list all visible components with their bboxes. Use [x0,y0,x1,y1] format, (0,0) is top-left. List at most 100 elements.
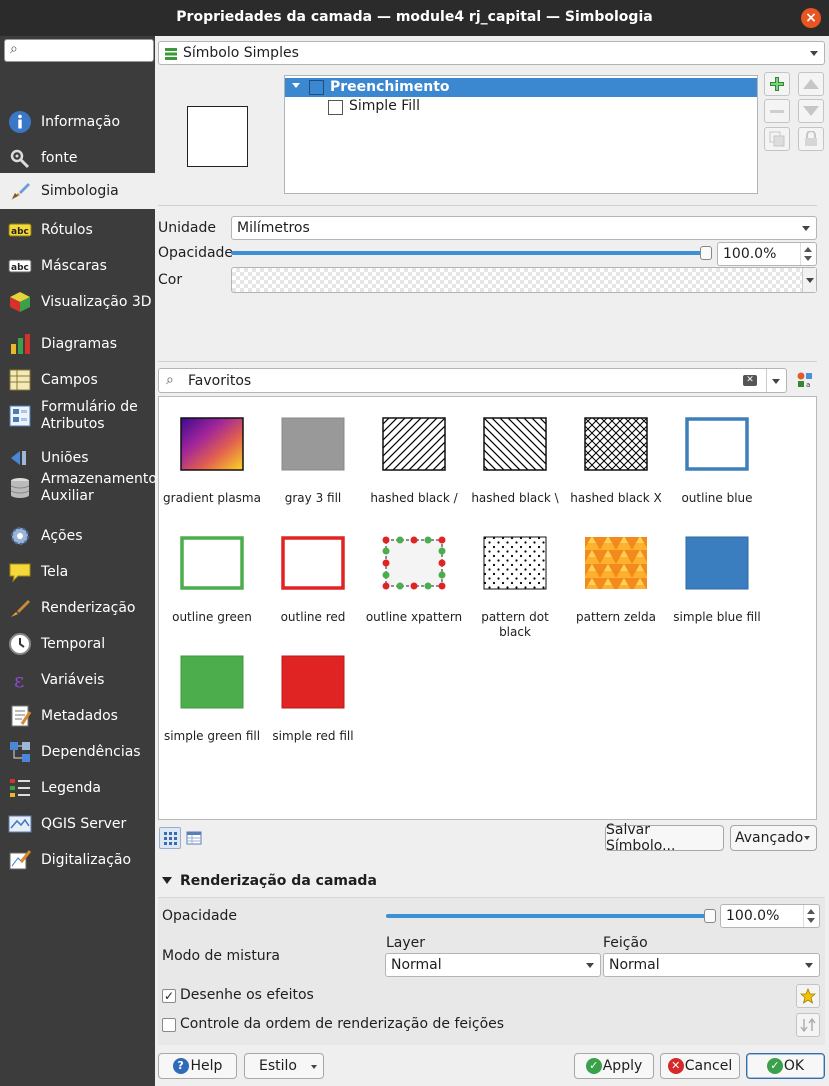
sidebar-item-label: Armazenamento Auxiliar [41,471,157,504]
unit-combo[interactable]: Milímetros [231,216,817,240]
apply-button[interactable]: ✓ Apply [574,1053,654,1079]
sidebar-item[interactable]: Armazenamento Auxiliar [0,470,157,506]
feature-blend-combo[interactable]: Normal [603,953,820,977]
symbol-item[interactable]: outline xpattern [364,536,464,625]
sidebar-search-input[interactable]: ⌕ [4,39,154,62]
cancel-button[interactable]: ✕ Cancel [660,1053,740,1079]
sidebar-item[interactable]: Simbologia [0,173,155,209]
sidebar-item[interactable]: Campos [0,362,155,398]
render-order-checkbox[interactable] [162,1018,176,1032]
renderer-type-combo[interactable]: Símbolo Simples [158,41,825,65]
labels-abc-icon: abc [8,218,32,242]
masks-abc-icon: abc [8,254,32,278]
sidebar-item[interactable]: ε Variáveis [0,662,155,698]
render-order-settings-button[interactable] [796,1013,820,1037]
symbol-name: outline xpattern [365,610,463,624]
symbol-item[interactable]: pattern dot black [465,536,565,640]
spin-down-icon[interactable] [804,256,812,261]
chevron-down-icon[interactable] [772,379,780,384]
symbol-item[interactable]: outline green [162,536,262,625]
symbol-item[interactable]: simple blue fill [667,536,767,625]
sidebar-item[interactable]: Dependências [0,734,155,770]
sidebar-item[interactable]: QGIS Server [0,806,155,842]
sidebar-item[interactable]: Ações [0,518,155,554]
symbol-item[interactable]: simple green fill [162,655,262,744]
symbol-library-search[interactable]: ⌕ Favoritos ✕ [158,368,787,393]
symbol-item[interactable]: gray 3 fill [263,417,363,506]
icon-view-button[interactable] [159,827,181,849]
remove-layer-button[interactable] [764,99,790,123]
layer-opacity-slider[interactable] [386,914,711,918]
draw-effects-checkbox[interactable]: ✓ [162,989,176,1003]
style-button[interactable]: Estilo [244,1053,324,1079]
sidebar-item[interactable]: Visualização 3D [0,284,155,320]
sidebar-item[interactable]: abc Máscaras [0,248,155,284]
sidebar-item-label: Visualização 3D [41,293,152,310]
lock-layer-button[interactable] [798,127,824,151]
collapse-arrow-icon[interactable] [162,877,172,884]
symbol-item[interactable]: pattern zelda [566,536,666,625]
sidebar-item[interactable]: fonte [0,140,155,176]
symbol-item[interactable]: gradient plasma [162,417,262,506]
sidebar-item[interactable]: abc Rótulos [0,212,155,248]
layer-rendering-title[interactable]: Renderização da camada [180,873,377,889]
sidebar-item[interactable]: Legenda [0,770,155,806]
symbol-item[interactable]: hashed black / [364,417,464,506]
sidebar-item[interactable]: Renderização [0,590,155,626]
opacity-slider[interactable] [231,251,707,255]
sidebar-item-label: Digitalização [41,851,132,868]
symbol-item[interactable]: outline blue [667,417,767,506]
layer-opacity-label: Opacidade [162,908,238,924]
digitizing-icon [8,848,32,872]
style-manager-icon[interactable]: a [796,371,816,391]
advanced-button[interactable]: Avançado [730,825,817,851]
sidebar-item[interactable]: Temporal [0,626,155,662]
effects-settings-button[interactable] [796,984,820,1008]
ok-button[interactable]: ✓ OK [746,1053,825,1079]
sidebar-item[interactable]: Diagramas [0,326,155,362]
symbol-item[interactable]: hashed black X [566,417,666,506]
dependencies-icon [8,740,32,764]
symbol-item[interactable]: simple red fill [263,655,363,744]
symbol-item[interactable]: hashed black \ [465,417,565,506]
sidebar-item[interactable]: Formulário de Atributos [0,398,155,434]
color-button[interactable] [231,267,817,293]
layer-blend-value: Normal [391,957,442,973]
spin-down-icon[interactable] [807,918,815,923]
chevron-down-icon [311,1065,317,1069]
renderer-type-value: Símbolo Simples [183,45,299,61]
sidebar-item[interactable]: Metadados [0,698,155,734]
save-symbol-button[interactable]: Salvar Símbolo... [605,822,724,854]
move-up-button[interactable] [798,72,824,96]
sidebar-item[interactable]: Tela [0,554,155,590]
clear-icon[interactable]: ✕ [743,375,757,386]
color-dropdown[interactable] [802,268,816,292]
search-icon: ⌕ [10,41,18,57]
close-window-button[interactable]: × [801,8,821,28]
symbol-name: simple green fill [163,729,261,743]
layer-opacity-slider-handle[interactable] [704,909,716,923]
layer-blend-combo[interactable]: Normal [385,953,601,977]
spin-up-icon[interactable] [807,909,815,914]
list-view-button[interactable] [185,829,205,849]
symbol-preview [187,106,248,167]
sidebar-item[interactable]: Informação [0,104,155,140]
symbol-tree-root-row[interactable]: Preenchimento [285,78,757,97]
spin-up-icon[interactable] [804,247,812,252]
auxiliary-storage-icon [8,476,32,500]
symbol-tree-child-row[interactable]: Simple Fill [285,97,757,117]
symbol-swatch [685,417,749,471]
help-button[interactable]: ? Help [158,1053,237,1079]
actions-gear-icon [8,524,32,548]
duplicate-layer-button[interactable] [764,127,790,151]
sidebar-item[interactable]: Digitalização [0,842,155,878]
opacity-slider-handle[interactable] [700,246,712,260]
blend-mode-label: Modo de mistura [162,948,281,964]
temporal-clock-icon [8,632,32,656]
add-layer-button[interactable] [764,72,790,96]
layer-opacity-spinbox[interactable]: 100.0% [720,904,820,928]
opacity-spinbox[interactable]: 100.0% [717,242,817,266]
symbol-item[interactable]: outline red [263,536,363,625]
move-down-button[interactable] [798,99,824,123]
expand-arrow-icon[interactable] [292,83,300,88]
